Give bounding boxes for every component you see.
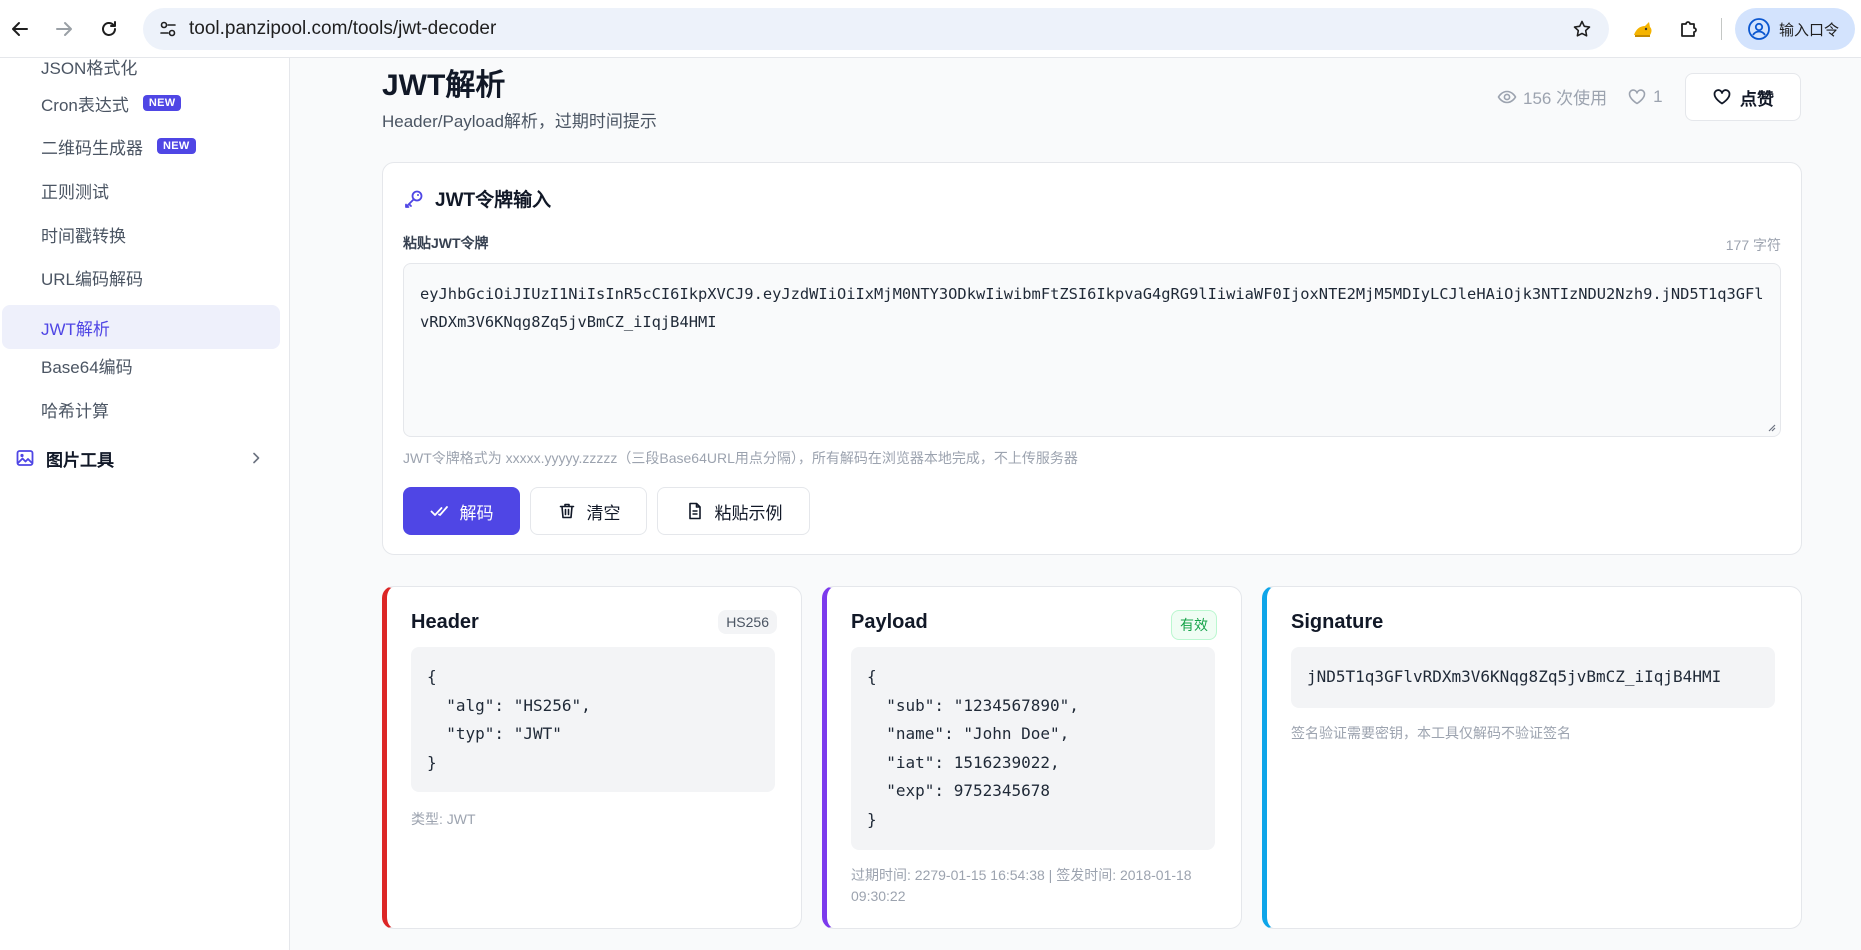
- clear-button-label: 清空: [586, 503, 621, 523]
- puzzle-icon: [1681, 21, 1697, 37]
- eye-icon: [1497, 90, 1517, 103]
- forward-button[interactable]: [46, 11, 82, 47]
- heart-icon: [1628, 88, 1646, 104]
- like-button-label: 点赞: [1740, 89, 1774, 109]
- browser-toolbar: tool.panzipool.com/tools/jwt-decoder 输入口…: [0, 0, 1861, 58]
- page-subtitle: Header/Payload解析，过期时间提示: [382, 112, 657, 131]
- reload-button[interactable]: [91, 11, 127, 47]
- profile-button[interactable]: 输入口令: [1735, 8, 1855, 50]
- payload-card-title: Payload: [851, 611, 928, 633]
- usage-stats: 156 次使用 1: [1497, 84, 1663, 109]
- paste-example-button[interactable]: 粘贴示例: [657, 487, 810, 535]
- sidebar-item-timestamp[interactable]: 时间戳转换: [2, 212, 280, 256]
- likes-stat: 1: [1627, 86, 1663, 107]
- input-card-title: JWT令牌输入: [435, 190, 552, 211]
- header-json: { "alg": "HS256", "typ": "JWT" }: [411, 647, 775, 792]
- double-check-icon: [430, 506, 448, 516]
- address-bar[interactable]: tool.panzipool.com/tools/jwt-decoder: [143, 8, 1609, 50]
- sidebar-item-url-codec[interactable]: URL编码解码: [2, 255, 280, 299]
- arrow-right-icon: [56, 22, 72, 36]
- signature-note: 签名验证需要密钥，本工具仅解码不验证签名: [1291, 725, 1571, 741]
- bookmark-star-icon[interactable]: [1567, 14, 1597, 44]
- new-badge: NEW: [157, 138, 196, 154]
- signature-value: jND5T1q3GFlvRDXm3V6KNqg8Zq5jvBmCZ_iIqjB4…: [1291, 647, 1775, 708]
- token-field-label: 粘贴JWT令牌: [403, 235, 489, 251]
- sidebar-item-label: 哈希计算: [41, 401, 109, 421]
- sidebar-item-qrcode[interactable]: 二维码生成器 NEW: [2, 124, 280, 168]
- valid-status-badge: 有效: [1171, 610, 1217, 640]
- sidebar-item-label: JWT解析: [41, 319, 110, 339]
- heart-icon: [1713, 89, 1731, 105]
- sidebar-item-label: Cron表达式: [41, 95, 129, 115]
- decode-button-label: 解码: [459, 503, 494, 523]
- resize-grip-icon[interactable]: [1766, 422, 1776, 432]
- chevron-right-icon: [246, 448, 266, 468]
- sidebar-item-label: JSON格式化: [41, 58, 138, 78]
- jwt-input-card: JWT令牌输入 粘贴JWT令牌 177 字符 eyJhbGciOiJIUzI1N…: [382, 162, 1802, 555]
- sidebar-item-regex[interactable]: 正则测试: [2, 168, 280, 212]
- sidebar-item-label: 二维码生成器: [41, 138, 143, 158]
- sidebar-item-label: Base64编码: [41, 357, 133, 377]
- input-card-header: JWT令牌输入: [403, 185, 551, 212]
- jwt-token-text: eyJhbGciOiJIUzI1NiIsInR5cCI6IkpXVCJ9.eyJ…: [420, 285, 1764, 331]
- sidebar: JSON格式化 Cron表达式 NEW 二维码生成器 NEW 正则测试 时间戳转…: [0, 58, 290, 950]
- document-icon: [688, 502, 701, 520]
- toolbar-divider: [1721, 18, 1722, 40]
- header-card-title: Header: [411, 611, 479, 633]
- extensions-menu-button[interactable]: [1671, 11, 1707, 47]
- signature-card: Signature jND5T1q3GFlvRDXm3V6KNqg8Zq5jvB…: [1262, 586, 1802, 929]
- clear-button[interactable]: 清空: [530, 487, 647, 535]
- sidebar-item-label: 正则测试: [41, 182, 109, 202]
- sidebar-group-label: 图片工具: [46, 450, 114, 470]
- sidebar-item-label: URL编码解码: [41, 269, 144, 289]
- extension-button[interactable]: [1625, 11, 1661, 47]
- page-title: JWT解析: [382, 69, 506, 102]
- sidebar-group-image-tools[interactable]: 图片工具: [14, 436, 276, 480]
- profile-icon: [1748, 18, 1770, 40]
- views-count: 156 次使用: [1523, 89, 1608, 108]
- likes-count: 1: [1653, 86, 1663, 106]
- reload-icon: [102, 21, 116, 36]
- trash-icon: [559, 503, 574, 519]
- url-text[interactable]: tool.panzipool.com/tools/jwt-decoder: [189, 8, 496, 50]
- profile-label: 输入口令: [1779, 21, 1840, 39]
- paste-example-label: 粘贴示例: [714, 503, 783, 523]
- char-count: 177 字符: [1725, 237, 1781, 253]
- extension-cat-icon: [1634, 22, 1652, 37]
- signature-card-title: Signature: [1291, 611, 1384, 633]
- sidebar-item-hash[interactable]: 哈希计算: [2, 387, 280, 431]
- like-button[interactable]: 点赞: [1685, 73, 1801, 121]
- sidebar-item-base64[interactable]: Base64编码: [2, 343, 280, 387]
- header-type-note: 类型: JWT: [411, 811, 476, 827]
- header-card: Header HS256 { "alg": "HS256", "typ": "J…: [382, 586, 802, 929]
- views-stat: 156 次使用: [1497, 84, 1607, 109]
- token-hint: JWT令牌格式为 xxxxx.yyyyy.zzzzz（三段Base64URL用点…: [403, 450, 1078, 466]
- site-info-icon[interactable]: [153, 14, 183, 44]
- key-icon: [405, 190, 423, 208]
- sidebar-item-label: 时间戳转换: [41, 226, 126, 246]
- algorithm-badge: HS256: [718, 610, 777, 634]
- sidebar-item-cron[interactable]: Cron表达式 NEW: [2, 81, 280, 125]
- arrow-left-icon: [12, 22, 28, 36]
- decode-button[interactable]: 解码: [403, 487, 520, 535]
- back-button[interactable]: [2, 11, 38, 47]
- payload-card: Payload 有效 { "sub": "1234567890", "name"…: [822, 586, 1242, 929]
- payload-json: { "sub": "1234567890", "name": "John Doe…: [851, 647, 1215, 850]
- jwt-token-textarea[interactable]: eyJhbGciOiJIUzI1NiIsInR5cCI6IkpXVCJ9.eyJ…: [403, 263, 1781, 437]
- payload-time-note: 过期时间: 2279-01-15 16:54:38 | 签发时间: 2018-0…: [851, 867, 1192, 904]
- new-badge: NEW: [142, 95, 182, 111]
- image-icon: [14, 447, 36, 469]
